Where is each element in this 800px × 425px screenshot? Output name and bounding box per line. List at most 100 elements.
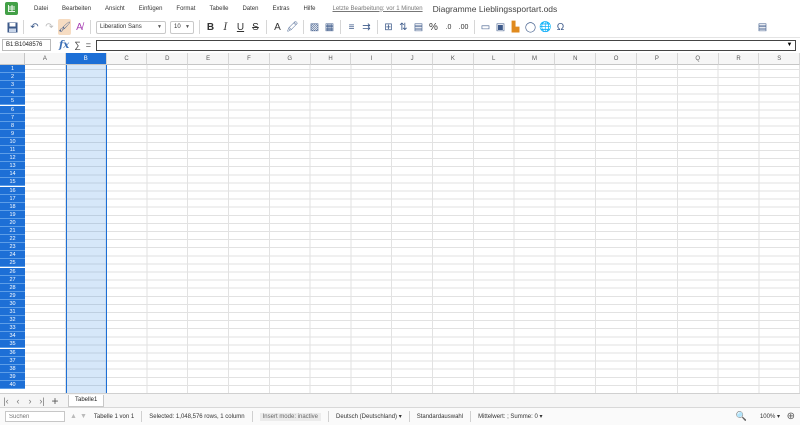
search-input[interactable] — [5, 411, 65, 422]
chart-icon[interactable]: ▙ — [509, 19, 522, 35]
row-header[interactable]: 13 — [0, 162, 25, 171]
row-header[interactable]: 10 — [0, 137, 25, 146]
column-header-p[interactable]: P — [637, 53, 678, 65]
column-header-n[interactable]: N — [555, 53, 597, 65]
row-header[interactable]: 27 — [0, 275, 25, 284]
zoom-out-icon[interactable]: 🔍 — [736, 411, 747, 422]
menu-file[interactable]: Datei — [27, 6, 55, 12]
column-header-c[interactable]: C — [106, 53, 148, 65]
select-all-corner[interactable] — [0, 53, 25, 65]
calc-app-icon[interactable] — [5, 2, 18, 15]
search-down-icon[interactable]: ▼ — [80, 413, 87, 420]
row-header[interactable]: 3 — [0, 81, 25, 90]
row-header[interactable]: 11 — [0, 146, 25, 155]
row-header[interactable]: 40 — [0, 380, 25, 389]
column-header-l[interactable]: L — [473, 53, 515, 65]
menu-format[interactable]: Format — [169, 6, 202, 12]
menu-data[interactable]: Daten — [235, 6, 265, 12]
column-header-s[interactable]: S — [759, 53, 800, 65]
row-header[interactable]: 35 — [0, 340, 25, 349]
last-sheet-icon[interactable]: ›| — [36, 396, 48, 406]
align-icon[interactable]: ≡ — [345, 19, 358, 35]
insert-row-icon[interactable]: ⊞ — [382, 19, 395, 35]
sort-icon[interactable]: ⇅ — [397, 19, 410, 35]
special-character-icon[interactable]: Ω — [554, 19, 567, 35]
row-header[interactable]: 38 — [0, 364, 25, 373]
underline-icon[interactable]: U — [234, 19, 247, 35]
bold-icon[interactable]: B — [204, 19, 217, 35]
strikethrough-icon[interactable]: S — [249, 19, 262, 35]
row-header[interactable]: 1 — [0, 65, 25, 74]
comment-icon[interactable]: ▭ — [479, 19, 492, 35]
row-header[interactable]: 32 — [0, 316, 25, 325]
percent-icon[interactable]: % — [427, 19, 440, 35]
row-header[interactable]: 2 — [0, 73, 25, 82]
search-up-icon[interactable]: ▲ — [70, 413, 77, 420]
row-header[interactable]: 20 — [0, 218, 25, 227]
wrap-text-icon[interactable]: ⇉ — [360, 19, 373, 35]
column-header-f[interactable]: F — [229, 53, 270, 65]
column-header-a[interactable]: A — [25, 53, 66, 65]
column-header-k[interactable]: K — [433, 53, 474, 65]
formula-input[interactable]: ▼ — [95, 39, 796, 51]
row-header[interactable]: 36 — [0, 348, 25, 357]
redo-icon[interactable]: ↷ — [43, 19, 56, 35]
column-header-r[interactable]: R — [718, 53, 760, 65]
language-selector[interactable]: Deutsch (Deutschland) ▾ — [336, 413, 402, 420]
image-icon[interactable]: ▣ — [494, 19, 507, 35]
row-header[interactable]: 8 — [0, 121, 25, 130]
background-color-icon[interactable]: ▨ — [308, 19, 321, 35]
menu-help[interactable]: Hilfe — [296, 6, 322, 12]
row-header[interactable]: 30 — [0, 299, 25, 308]
statusbar-function[interactable]: Mittelwert: ; Summe: 0 ▾ — [478, 413, 542, 420]
row-header[interactable]: 19 — [0, 210, 25, 219]
conditional-icon[interactable]: ▤ — [412, 19, 425, 35]
name-box[interactable]: B1:B1048576 — [2, 39, 51, 51]
formula-icon[interactable]: = — [86, 40, 91, 50]
decimal-remove-icon[interactable]: .00 — [457, 19, 470, 35]
column-header-g[interactable]: G — [269, 53, 311, 65]
font-name-combobox[interactable]: Liberation Sans ▼ — [96, 20, 166, 34]
menu-insert[interactable]: Einfügen — [132, 6, 170, 12]
prev-sheet-icon[interactable]: ‹ — [12, 396, 24, 406]
column-header-j[interactable]: J — [392, 53, 433, 65]
row-header[interactable]: 9 — [0, 129, 25, 138]
function-wizard-icon[interactable]: fx — [59, 40, 69, 51]
cell-area[interactable] — [25, 65, 800, 393]
insert-mode-status[interactable]: Insert mode: inactive — [259, 412, 321, 421]
row-header[interactable]: 39 — [0, 372, 25, 381]
row-header[interactable]: 26 — [0, 267, 25, 276]
document-title[interactable]: Diagramme Lieblingssportart.ods — [433, 4, 558, 14]
column-header-e[interactable]: E — [188, 53, 229, 65]
row-header[interactable]: 23 — [0, 243, 25, 252]
clear-formatting-icon[interactable]: A̸ — [73, 19, 86, 35]
row-header[interactable]: 18 — [0, 202, 25, 211]
clone-formatting-icon[interactable]: 🖌 — [58, 19, 71, 35]
row-header[interactable]: 31 — [0, 308, 25, 317]
row-header[interactable]: 14 — [0, 170, 25, 179]
column-header-h[interactable]: H — [310, 53, 352, 65]
row-header[interactable]: 25 — [0, 259, 25, 268]
selection-mode[interactable]: Standardauswahl — [417, 414, 463, 420]
menu-view[interactable]: Ansicht — [98, 6, 132, 12]
row-header[interactable]: 24 — [0, 251, 25, 260]
font-size-combobox[interactable]: 10 ▼ — [170, 20, 194, 34]
row-header[interactable]: 28 — [0, 283, 25, 292]
row-header[interactable]: 21 — [0, 227, 25, 236]
italic-icon[interactable]: I — [219, 19, 232, 35]
column-header-b[interactable]: B — [65, 53, 107, 65]
row-header[interactable]: 5 — [0, 97, 25, 106]
menu-tools[interactable]: Extras — [265, 6, 296, 12]
row-header[interactable]: 37 — [0, 356, 25, 365]
shapes-icon[interactable]: ◯ — [524, 19, 537, 35]
column-header-o[interactable]: O — [596, 53, 637, 65]
undo-icon[interactable]: ↶ — [28, 19, 41, 35]
row-header[interactable]: 22 — [0, 235, 25, 244]
row-header[interactable]: 16 — [0, 186, 25, 195]
zoom-level[interactable]: 100% ▾ — [760, 413, 780, 420]
last-edit-link[interactable]: Letzte Bearbeitung: vor 1 Minuten — [333, 6, 423, 12]
row-header[interactable]: 15 — [0, 178, 25, 187]
first-sheet-icon[interactable]: |‹ — [0, 396, 12, 406]
sum-icon[interactable]: ∑ — [74, 40, 80, 50]
sidebar-toggle-icon[interactable]: ▤ — [756, 19, 769, 35]
